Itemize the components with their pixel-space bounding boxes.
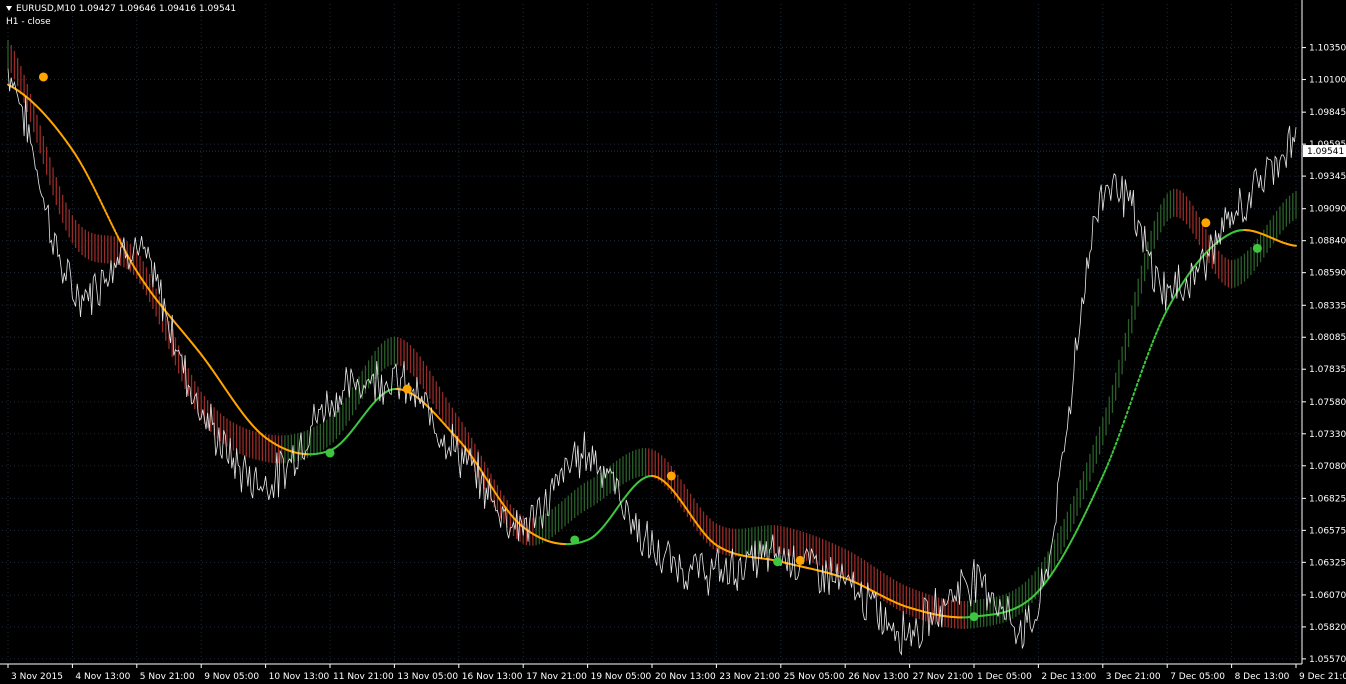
x-tick-label: 7 Dec 05:00 [1170,672,1225,682]
buy-signal-dot [325,448,335,458]
buy-signal-dot [570,535,580,545]
indicator-label: H1 - close [6,17,51,27]
y-tick-label: 1.06575 [1309,526,1346,536]
x-tick-label: 10 Nov 13:00 [269,672,330,682]
x-tick-label: 5 Nov 21:00 [140,672,195,682]
y-tick-label: 1.09345 [1309,172,1346,182]
buy-signal-dot [773,557,783,567]
y-tick-label: 1.07080 [1309,462,1346,472]
y-tick-label: 1.08085 [1309,333,1346,343]
sell-signal-dot [1201,218,1211,228]
y-tick-label: 1.09090 [1309,205,1346,215]
sell-signal-dot [38,72,48,82]
x-tick-label: 13 Nov 05:00 [397,672,458,682]
y-tick-label: 1.06325 [1309,558,1346,568]
y-tick-label: 1.07580 [1309,398,1346,408]
x-tick-label: 3 Dec 21:00 [1106,672,1161,682]
x-tick-label: 9 Nov 05:00 [204,672,259,682]
x-tick-label: 4 Nov 13:00 [75,672,130,682]
dropdown-arrow-icon[interactable] [6,6,12,11]
x-tick-label: 26 Nov 13:00 [848,672,909,682]
x-tick-label: 16 Nov 13:00 [462,672,523,682]
x-tick-label: 3 Nov 2015 [11,672,63,682]
y-tick-label: 1.10350 [1309,44,1346,54]
y-tick-label: 1.08840 [1309,237,1346,247]
x-tick-label: 27 Nov 21:00 [913,672,974,682]
symbol-ohlc-text: EURUSD,M10 1.09427 1.09646 1.09416 1.095… [16,4,237,14]
y-tick-label: 1.05570 [1309,655,1346,665]
x-tick-label: 8 Dec 13:00 [1235,672,1290,682]
sell-signal-dot [795,555,805,565]
x-tick-label: 25 Nov 05:00 [784,672,845,682]
x-tick-label: 20 Nov 13:00 [655,672,716,682]
current-price-label: 1.09541 [1307,147,1344,157]
y-tick-label: 1.07835 [1309,365,1346,375]
x-tick-label: 2 Dec 13:00 [1041,672,1096,682]
y-tick-label: 1.06070 [1309,591,1346,601]
chart-header-symbol[interactable]: EURUSD,M10 1.09427 1.09646 1.09416 1.095… [6,4,236,15]
y-tick-label: 1.10100 [1309,76,1346,86]
y-tick-label: 1.08335 [1309,301,1346,311]
x-tick-label: 23 Nov 21:00 [719,672,780,682]
x-tick-label: 17 Nov 21:00 [526,672,587,682]
y-tick-label: 1.08590 [1309,269,1346,279]
buy-signal-dot [969,612,979,622]
x-tick-label: 11 Nov 21:00 [333,672,394,682]
y-tick-label: 1.05820 [1309,623,1346,633]
y-tick-label: 1.07330 [1309,430,1346,440]
buy-signal-dot [1252,243,1262,253]
x-tick-label: 9 Dec 21:00 [1299,672,1346,682]
y-tick-label: 1.09845 [1309,108,1346,118]
y-tick-label: 1.06825 [1309,494,1346,504]
x-tick-label: 1 Dec 05:00 [977,672,1032,682]
sell-signal-dot [402,384,412,394]
sell-signal-dot [666,471,676,481]
price-chart[interactable]: 1.103501.101001.098451.095951.093451.090… [0,0,1346,684]
chart-background [0,0,1346,684]
x-tick-label: 19 Nov 05:00 [591,672,652,682]
